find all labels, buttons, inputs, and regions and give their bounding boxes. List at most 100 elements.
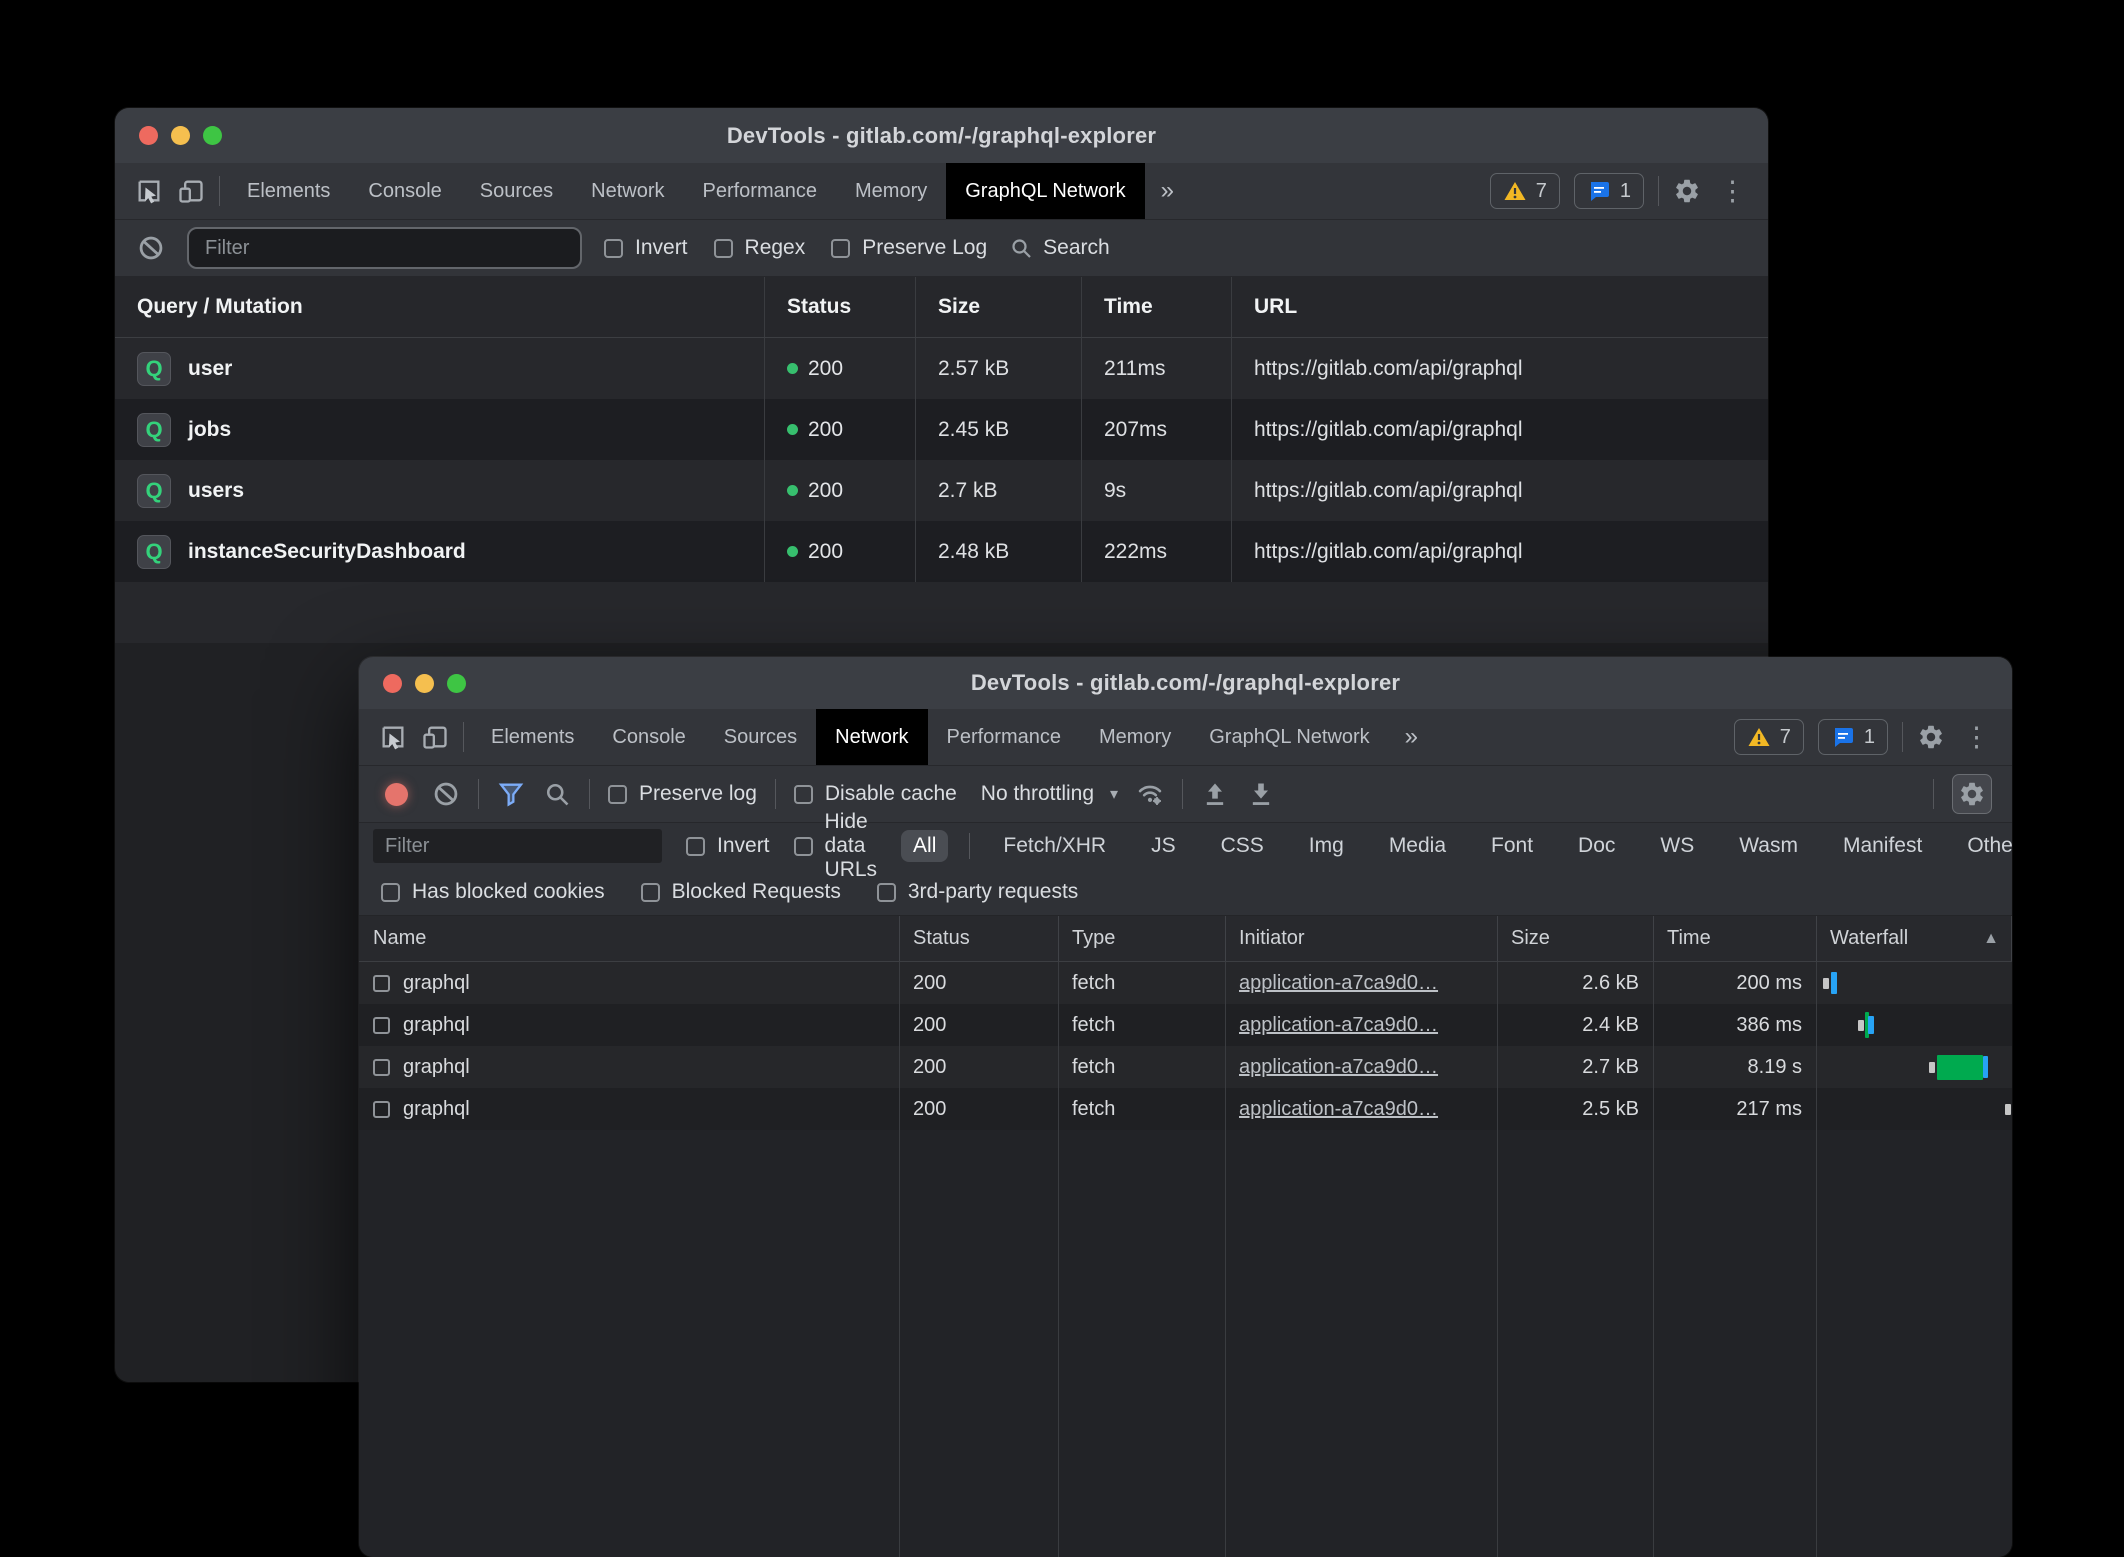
kebab-menu-icon[interactable]: ⋮ bbox=[1959, 722, 1994, 753]
type-filter-ws[interactable]: WS bbox=[1648, 830, 1706, 862]
type-filter-media[interactable]: Media bbox=[1377, 830, 1458, 862]
preserve-log-checkbox[interactable]: Preserve Log bbox=[831, 236, 987, 260]
network-settings-gear-icon[interactable] bbox=[1952, 774, 1992, 814]
3rd-party-requests-checkbox[interactable]: 3rd-party requests bbox=[877, 880, 1078, 904]
throttling-dropdown[interactable]: No throttling ▾ bbox=[981, 782, 1118, 806]
regex-checkbox[interactable]: Regex bbox=[714, 236, 806, 260]
row-checkbox[interactable] bbox=[373, 975, 390, 992]
network-request-row[interactable]: graphql200fetchapplication-a7ca9d0…2.6 k… bbox=[359, 962, 2012, 1004]
device-toolbar-icon[interactable] bbox=[421, 723, 449, 751]
more-tabs-icon[interactable]: » bbox=[1389, 709, 1434, 765]
import-har-icon[interactable] bbox=[1201, 780, 1229, 808]
type-filter-img[interactable]: Img bbox=[1297, 830, 1356, 862]
network-request-row[interactable]: graphql200fetchapplication-a7ca9d0…2.5 k… bbox=[359, 1088, 2012, 1130]
tab-sources[interactable]: Sources bbox=[705, 709, 816, 765]
network-request-row[interactable]: graphql200fetchapplication-a7ca9d0…2.4 k… bbox=[359, 1004, 2012, 1046]
tab-network[interactable]: Network bbox=[816, 709, 927, 765]
settings-gear-icon[interactable] bbox=[1917, 723, 1945, 751]
checkbox[interactable] bbox=[604, 239, 623, 258]
has-blocked-cookies-checkbox[interactable]: Has blocked cookies bbox=[381, 880, 605, 904]
export-har-icon[interactable] bbox=[1247, 780, 1275, 808]
device-toolbar-icon[interactable] bbox=[177, 177, 205, 205]
inspect-icon[interactable] bbox=[379, 723, 407, 751]
warnings-badge[interactable]: 7 bbox=[1734, 719, 1804, 755]
column-header-query-mutation[interactable]: Query / Mutation bbox=[115, 277, 765, 337]
tab-sources[interactable]: Sources bbox=[461, 163, 572, 219]
filter-funnel-icon[interactable] bbox=[497, 780, 525, 808]
more-tabs-icon[interactable]: » bbox=[1145, 163, 1190, 219]
minimize-button[interactable] bbox=[171, 126, 190, 145]
blocked-requests-checkbox[interactable]: Blocked Requests bbox=[641, 880, 841, 904]
type-filter-other[interactable]: Other bbox=[1955, 830, 2012, 862]
zoom-button[interactable] bbox=[447, 674, 466, 693]
tab-graphql-network[interactable]: GraphQL Network bbox=[1190, 709, 1388, 765]
initiator-link[interactable]: application-a7ca9d0… bbox=[1239, 1098, 1438, 1121]
type-filter-wasm[interactable]: Wasm bbox=[1727, 830, 1810, 862]
graphql-row-users[interactable]: Qusers2002.7 kB9shttps://gitlab.com/api/… bbox=[115, 460, 1768, 521]
initiator-link[interactable]: application-a7ca9d0… bbox=[1239, 1056, 1438, 1079]
checkbox[interactable] bbox=[608, 785, 627, 804]
invert-checkbox[interactable]: Invert bbox=[686, 834, 770, 858]
tab-network[interactable]: Network bbox=[572, 163, 683, 219]
close-button[interactable] bbox=[383, 674, 402, 693]
column-header-waterfall[interactable]: Waterfall ▲ bbox=[1817, 916, 2012, 961]
checkbox[interactable] bbox=[641, 883, 660, 902]
network-conditions-icon[interactable] bbox=[1136, 780, 1164, 808]
type-filter-fetch-xhr[interactable]: Fetch/XHR bbox=[991, 830, 1118, 862]
hide-data-urls-checkbox[interactable]: Hide data URLs bbox=[794, 810, 878, 882]
tab-graphql-network[interactable]: GraphQL Network bbox=[946, 163, 1144, 219]
checkbox[interactable] bbox=[714, 239, 733, 258]
row-checkbox[interactable] bbox=[373, 1101, 390, 1118]
type-filter-manifest[interactable]: Manifest bbox=[1831, 830, 1934, 862]
checkbox[interactable] bbox=[877, 883, 896, 902]
column-header-initiator[interactable]: Initiator bbox=[1226, 916, 1498, 961]
graphql-row-instanceSecurityDashboard[interactable]: QinstanceSecurityDashboard2002.48 kB222m… bbox=[115, 521, 1768, 582]
issues-badge[interactable]: 1 bbox=[1574, 173, 1644, 209]
issues-badge[interactable]: 1 bbox=[1818, 719, 1888, 755]
type-filter-font[interactable]: Font bbox=[1479, 830, 1545, 862]
checkbox[interactable] bbox=[794, 785, 813, 804]
initiator-link[interactable]: application-a7ca9d0… bbox=[1239, 1014, 1438, 1037]
column-header-time[interactable]: Time bbox=[1654, 916, 1817, 961]
checkbox[interactable] bbox=[794, 837, 813, 856]
clear-icon[interactable] bbox=[432, 780, 460, 808]
preserve-log-checkbox[interactable]: Preserve log bbox=[608, 782, 757, 806]
tab-console[interactable]: Console bbox=[349, 163, 460, 219]
tab-memory[interactable]: Memory bbox=[1080, 709, 1190, 765]
checkbox[interactable] bbox=[686, 837, 705, 856]
type-filter-doc[interactable]: Doc bbox=[1566, 830, 1627, 862]
tab-elements[interactable]: Elements bbox=[228, 163, 349, 219]
tab-elements[interactable]: Elements bbox=[472, 709, 593, 765]
column-header-status[interactable]: Status bbox=[900, 916, 1059, 961]
search-control[interactable]: Search bbox=[1009, 236, 1110, 260]
type-filter-js[interactable]: JS bbox=[1139, 830, 1188, 862]
zoom-button[interactable] bbox=[203, 126, 222, 145]
invert-checkbox[interactable]: Invert bbox=[604, 236, 688, 260]
clear-icon[interactable] bbox=[137, 234, 165, 262]
tab-performance[interactable]: Performance bbox=[684, 163, 837, 219]
column-header-size[interactable]: Size bbox=[1498, 916, 1654, 961]
network-request-row[interactable]: graphql200fetchapplication-a7ca9d0…2.7 k… bbox=[359, 1046, 2012, 1088]
checkbox[interactable] bbox=[831, 239, 850, 258]
record-button[interactable] bbox=[385, 783, 408, 806]
column-header-name[interactable]: Name bbox=[359, 916, 900, 961]
tab-performance[interactable]: Performance bbox=[928, 709, 1081, 765]
type-filter-css[interactable]: CSS bbox=[1209, 830, 1276, 862]
disable-cache-checkbox[interactable]: Disable cache bbox=[794, 782, 957, 806]
search-icon[interactable] bbox=[543, 780, 571, 808]
type-filter-all[interactable]: All bbox=[901, 830, 948, 862]
initiator-link[interactable]: application-a7ca9d0… bbox=[1239, 972, 1438, 995]
close-button[interactable] bbox=[139, 126, 158, 145]
column-header-url[interactable]: URL bbox=[1232, 277, 1768, 337]
kebab-menu-icon[interactable]: ⋮ bbox=[1715, 176, 1750, 207]
graphql-row-jobs[interactable]: Qjobs2002.45 kB207mshttps://gitlab.com/a… bbox=[115, 399, 1768, 460]
inspect-icon[interactable] bbox=[135, 177, 163, 205]
column-header-type[interactable]: Type bbox=[1059, 916, 1226, 961]
checkbox[interactable] bbox=[381, 883, 400, 902]
graphql-row-user[interactable]: Quser2002.57 kB211mshttps://gitlab.com/a… bbox=[115, 338, 1768, 399]
filter-input[interactable] bbox=[373, 829, 662, 863]
warnings-badge[interactable]: 7 bbox=[1490, 173, 1560, 209]
minimize-button[interactable] bbox=[415, 674, 434, 693]
row-checkbox[interactable] bbox=[373, 1017, 390, 1034]
settings-gear-icon[interactable] bbox=[1673, 177, 1701, 205]
